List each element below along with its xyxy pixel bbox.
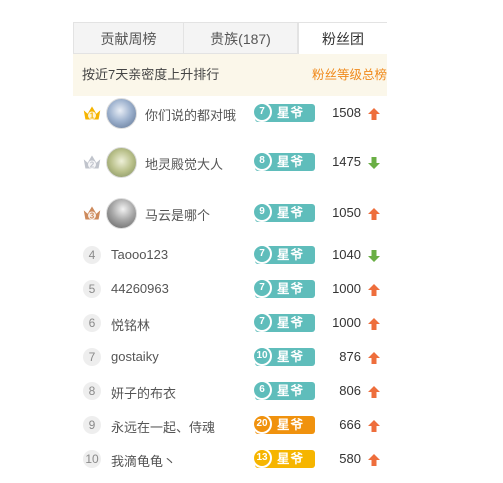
badge-title: 星爷 — [277, 282, 305, 296]
arrow-up-icon — [368, 453, 380, 466]
avatar[interactable] — [106, 197, 137, 229]
svg-text:2: 2 — [90, 161, 95, 170]
sort-description: 按近7天亲密度上升排行 — [82, 67, 220, 82]
fan-row[interactable]: 8 妍子的布衣 6 星爷 806 — [73, 380, 387, 402]
arrow-down-icon — [368, 249, 380, 262]
fan-row[interactable]: 7 gostaiky 10 星爷 876 — [73, 346, 387, 368]
intimacy-score: 1050 — [332, 205, 361, 220]
intimacy-score: 876 — [339, 349, 361, 364]
level-number: 7 — [252, 102, 272, 122]
intimacy-score: 580 — [339, 451, 361, 466]
level-number: 9 — [252, 202, 272, 222]
arrow-up-icon — [368, 419, 380, 432]
fan-level-badge: 7 星爷 — [252, 312, 315, 332]
fan-row[interactable]: 2 地灵殿觉大人 8 星爷 1475 — [73, 143, 387, 181]
intimacy-score: 1000 — [332, 281, 361, 296]
level-number: 6 — [252, 380, 272, 400]
rank-crown-icon: 3 — [81, 202, 103, 224]
level-number: 7 — [252, 312, 272, 332]
badge-title: 星爷 — [277, 316, 305, 330]
svg-text:1: 1 — [90, 112, 95, 121]
badge-title: 星爷 — [277, 106, 305, 120]
rank-number: 10 — [83, 450, 101, 468]
fan-name[interactable]: 马云是哪个 — [145, 205, 210, 224]
rank-number: 4 — [83, 246, 101, 264]
level-number: 8 — [252, 151, 272, 171]
fan-name[interactable]: gostaiky — [111, 349, 159, 364]
fan-name[interactable]: 永远在一起、侍魂 — [111, 417, 215, 436]
fan-name[interactable]: 44260963 — [111, 281, 169, 296]
rank-crown-icon: 2 — [81, 151, 103, 173]
fan-row[interactable]: 4 Taooo123 7 星爷 1040 — [73, 244, 387, 266]
intimacy-score: 1508 — [332, 105, 361, 120]
arrow-down-icon — [368, 156, 380, 169]
arrow-up-icon — [368, 351, 380, 364]
badge-title: 星爷 — [277, 206, 305, 220]
rank-number: 8 — [83, 382, 101, 400]
fan-level-badge: 7 星爷 — [252, 102, 315, 122]
arrow-up-icon — [368, 107, 380, 120]
rank-crown-icon: 1 — [81, 102, 103, 124]
fan-name[interactable]: Taooo123 — [111, 247, 168, 262]
tab-nobles[interactable]: 贵族(187) — [184, 22, 298, 54]
level-number: 10 — [252, 346, 272, 366]
arrow-up-icon — [368, 283, 380, 296]
rank-number: 5 — [83, 280, 101, 298]
tab-weekly-contribution[interactable]: 贡献周榜 — [73, 22, 184, 54]
subheader-bar: 按近7天亲密度上升排行 粉丝等级总榜 — [73, 54, 387, 96]
fan-name[interactable]: 你们说的都对哦 — [145, 105, 236, 124]
badge-title: 星爷 — [277, 418, 305, 432]
fan-name[interactable]: 我滴龟龟丶 — [111, 451, 176, 470]
intimacy-score: 1475 — [332, 154, 361, 169]
badge-title: 星爷 — [277, 155, 305, 169]
fan-name[interactable]: 地灵殿觉大人 — [145, 154, 223, 173]
intimacy-score: 806 — [339, 383, 361, 398]
fan-level-badge: 9 星爷 — [252, 202, 315, 222]
fan-level-badge: 7 星爷 — [252, 278, 315, 298]
svg-text:3: 3 — [90, 212, 95, 221]
avatar[interactable] — [106, 97, 137, 129]
fan-level-badge: 6 星爷 — [252, 380, 315, 400]
fan-level-badge: 8 星爷 — [252, 151, 315, 171]
fan-row[interactable]: 9 永远在一起、侍魂 20 星爷 666 — [73, 414, 387, 436]
avatar[interactable] — [106, 146, 137, 178]
badge-title: 星爷 — [277, 452, 305, 466]
level-number: 13 — [252, 448, 272, 468]
fan-row[interactable]: 5 44260963 7 星爷 1000 — [73, 278, 387, 300]
rank-number: 7 — [83, 348, 101, 366]
level-number: 20 — [252, 414, 272, 434]
badge-title: 星爷 — [277, 384, 305, 398]
level-number: 7 — [252, 244, 272, 264]
intimacy-score: 1000 — [332, 315, 361, 330]
rank-number: 9 — [83, 416, 101, 434]
fan-level-total-link[interactable]: 粉丝等级总榜 — [312, 54, 387, 96]
intimacy-score: 666 — [339, 417, 361, 432]
fan-row[interactable]: 6 悦铭林 7 星爷 1000 — [73, 312, 387, 334]
fan-ranking-panel: 贡献周榜 贵族(187) 粉丝团 按近7天亲密度上升排行 粉丝等级总榜 1 你们说… — [73, 22, 387, 483]
fan-level-badge: 13 星爷 — [252, 448, 315, 468]
fan-level-badge: 10 星爷 — [252, 346, 315, 366]
badge-title: 星爷 — [277, 350, 305, 364]
fan-row[interactable]: 10 我滴龟龟丶 13 星爷 580 — [73, 448, 387, 470]
fan-name[interactable]: 妍子的布衣 — [111, 383, 176, 402]
arrow-up-icon — [368, 317, 380, 330]
fan-row[interactable]: 3 马云是哪个 9 星爷 1050 — [73, 194, 387, 232]
rank-number: 6 — [83, 314, 101, 332]
level-number: 7 — [252, 278, 272, 298]
arrow-up-icon — [368, 385, 380, 398]
fan-level-badge: 20 星爷 — [252, 414, 315, 434]
badge-title: 星爷 — [277, 248, 305, 262]
fan-row[interactable]: 1 你们说的都对哦 7 星爷 1508 — [73, 94, 387, 132]
fan-name[interactable]: 悦铭林 — [111, 315, 150, 334]
fan-level-badge: 7 星爷 — [252, 244, 315, 264]
tab-fan-club[interactable]: 粉丝团 — [298, 22, 387, 54]
tab-bar: 贡献周榜 贵族(187) 粉丝团 — [73, 22, 387, 54]
intimacy-score: 1040 — [332, 247, 361, 262]
arrow-up-icon — [368, 207, 380, 220]
